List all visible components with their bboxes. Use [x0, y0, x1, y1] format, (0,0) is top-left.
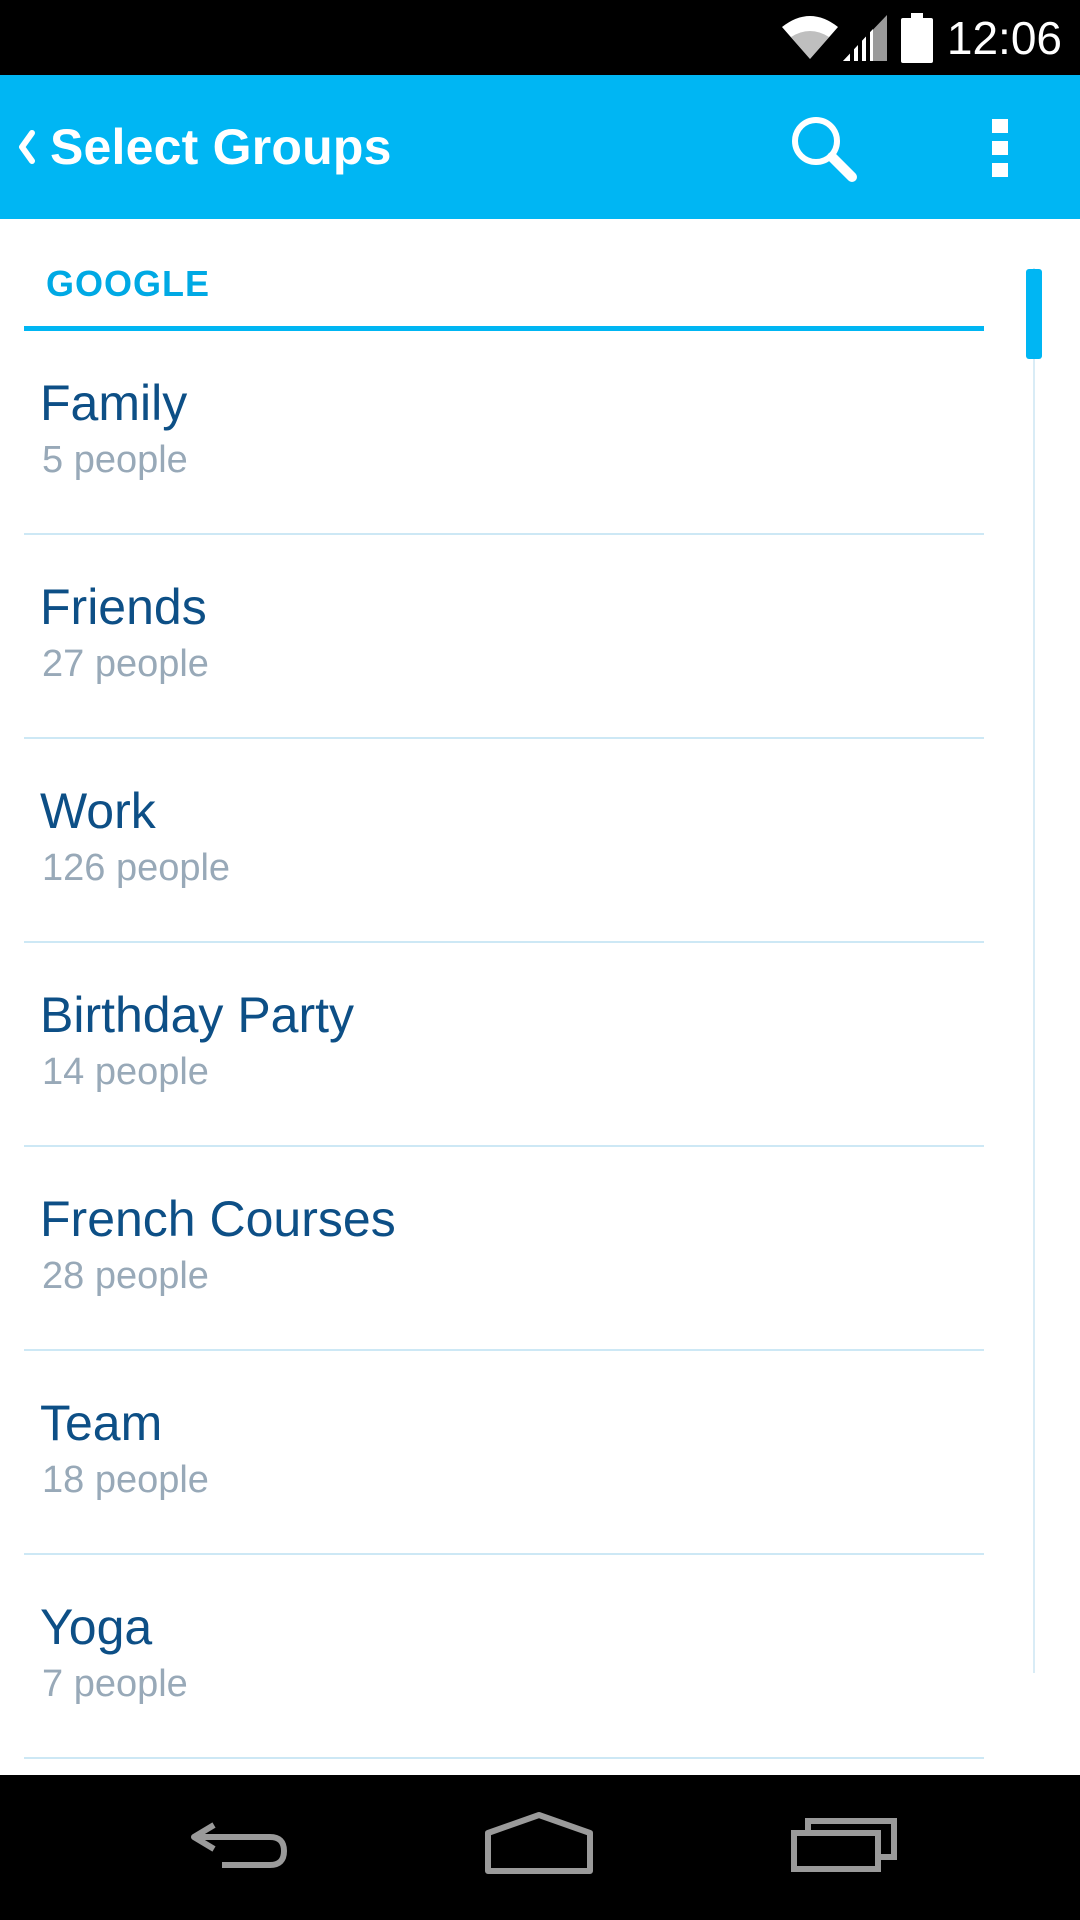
home-icon[interactable]	[484, 1805, 594, 1885]
action-bar: Select Groups	[0, 75, 1080, 219]
chevron-left-icon[interactable]	[10, 119, 40, 175]
group-count: 27 people	[42, 643, 209, 685]
group-name: Friends	[40, 579, 207, 635]
group-name: Yoga	[40, 1599, 153, 1655]
group-name: Team	[40, 1395, 163, 1451]
group-count: 126 people	[42, 847, 231, 889]
battery-icon	[900, 12, 933, 63]
group-count: 5 people	[42, 439, 188, 481]
back-icon[interactable]	[184, 1805, 294, 1885]
status-time: 12:06	[946, 11, 1062, 64]
navigation-bar	[0, 1775, 1080, 1920]
group-count: 28 people	[42, 1255, 209, 1297]
scrollbar-track[interactable]	[1033, 268, 1035, 1673]
list-item[interactable]: French Courses 28 people	[24, 1147, 984, 1351]
list-item[interactable]: Team 18 people	[24, 1351, 984, 1555]
list-item[interactable]: Birthday Party 14 people	[24, 943, 984, 1147]
status-bar: 12:06	[0, 0, 1080, 75]
section-header: GOOGLE	[24, 219, 984, 331]
group-list: Family 5 people Friends 27 people Work 1…	[24, 331, 984, 1759]
wifi-icon	[781, 15, 839, 61]
signal-icon	[842, 14, 887, 61]
group-name: Work	[40, 783, 156, 839]
group-name: French Courses	[40, 1191, 396, 1247]
recents-icon[interactable]	[790, 1805, 900, 1885]
page-title[interactable]: Select Groups	[50, 115, 392, 179]
status-icons: 12:06	[781, 0, 1062, 75]
list-item[interactable]: Family 5 people	[24, 331, 984, 535]
search-icon[interactable]	[786, 111, 862, 187]
list-item[interactable]: Work 126 people	[24, 739, 984, 943]
overflow-menu-icon[interactable]	[980, 113, 1020, 183]
group-count: 7 people	[42, 1663, 188, 1705]
group-count: 18 people	[42, 1459, 209, 1501]
group-name: Birthday Party	[40, 987, 355, 1043]
group-count: 14 people	[42, 1051, 209, 1093]
group-list-container[interactable]: GOOGLE Family 5 people Friends 27 people…	[0, 219, 1080, 1775]
section-title: GOOGLE	[46, 263, 211, 304]
group-name: Family	[40, 375, 188, 431]
list-item[interactable]: Friends 27 people	[24, 535, 984, 739]
list-item[interactable]: Yoga 7 people	[24, 1555, 984, 1759]
scrollbar-thumb[interactable]	[1026, 269, 1042, 359]
